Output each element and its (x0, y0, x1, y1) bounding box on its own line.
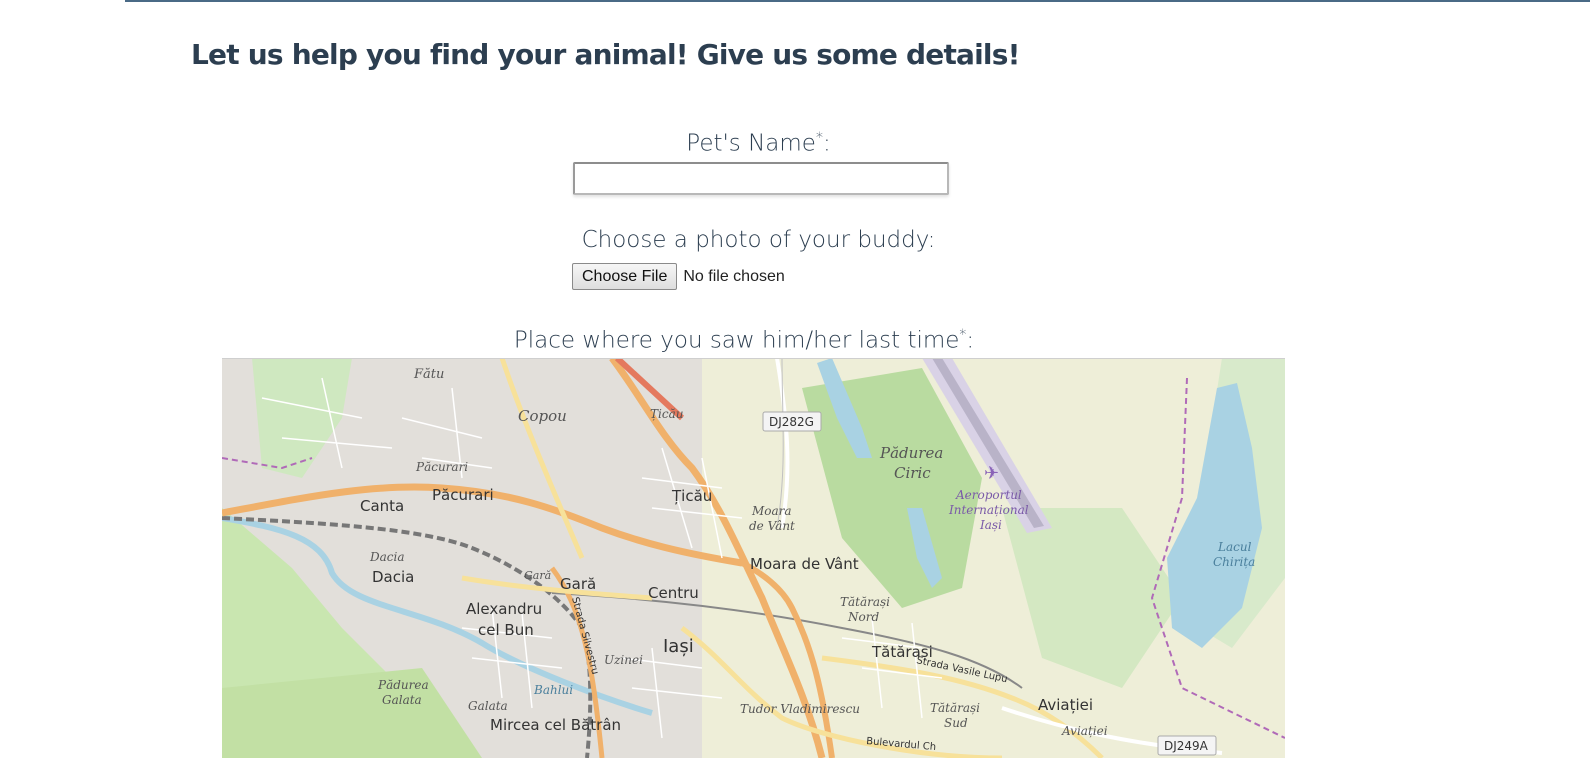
map-label-moara: Moara de Vânt (750, 555, 859, 573)
map-label-aviatiei: Aviației (1038, 696, 1093, 714)
map-label-moara-small-2: de Vânt (749, 519, 795, 533)
map-label-centru: Centru (648, 584, 699, 602)
map-label-ticau-top: Țicău (650, 407, 683, 421)
required-mark: * (815, 130, 823, 146)
map-label-alexandru-2: cel Bun (478, 621, 534, 639)
airport-icon: ✈ (984, 463, 999, 484)
map-label-mircea: Mircea cel Bătrân (490, 716, 621, 734)
label-colon: : (822, 130, 831, 157)
map-label-aeroport-2: Internațional (948, 503, 1029, 517)
map-label-tatarasi-nord-2: Nord (847, 610, 879, 624)
map-label-galata: Galata (468, 699, 508, 713)
map-canvas[interactable]: Fătu Copou Țicău DJ282G Pădurea Ciric Pă… (222, 358, 1285, 758)
map-label-lacul-1: Lacul (1217, 540, 1252, 554)
map-label-fatu: Fătu (413, 367, 444, 382)
location-map[interactable]: Fătu Copou Țicău DJ282G Pădurea Ciric Pă… (222, 358, 1285, 758)
map-label-padurea-ciric-2: Ciric (894, 464, 931, 482)
map-label-aviatiei-small: Aviației (1061, 724, 1108, 738)
pet-name-label: Pet's Name*: (0, 130, 1517, 157)
map-label-tatarasi-sud-1: Tătărași (930, 701, 980, 715)
map-label-gara: Gară (560, 575, 596, 593)
map-label-dj282g: DJ282G (769, 415, 814, 429)
photo-file-picker: Choose File No file chosen (572, 263, 785, 290)
map-label-dacia: Dacia (372, 568, 414, 586)
map-label-padurea-galata-2: Galata (382, 693, 422, 707)
map-label-tudor: Tudor Vladimirescu (740, 702, 860, 716)
map-label-pacurari: Păcurari (432, 486, 494, 504)
place-label-text: Place where you saw him/her last time (513, 327, 960, 354)
file-status: No file chosen (683, 267, 785, 285)
map-label-aeroport-3: Iași (979, 518, 1002, 532)
place-label: Place where you saw him/her last time*: (0, 327, 1488, 354)
map-label-bahlui: Bahlui (533, 683, 573, 697)
pet-name-input[interactable] (573, 162, 949, 195)
map-label-dj249a: DJ249A (1164, 739, 1209, 753)
map-label-lacul-2: Chirița (1213, 555, 1255, 569)
map-label-copou: Copou (518, 407, 567, 425)
map-label-gara-small: Gară (524, 569, 551, 582)
map-label-moara-small-1: Moara (751, 504, 792, 518)
map-label-padurea-galata-1: Pădurea (377, 678, 429, 692)
map-label-padurea-ciric-1: Pădurea (879, 444, 943, 462)
top-divider (125, 0, 1590, 2)
map-label-iasi: Iași (663, 636, 694, 657)
map-label-tatarasi-nord-1: Tătărași (840, 595, 890, 609)
map-label-ticau: Țicău (671, 487, 712, 505)
photo-label: Choose a photo of your buddy: (581, 227, 936, 253)
map-label-pacurari-small: Păcurari (415, 460, 468, 474)
map-label-uzinei: Uzinei (604, 653, 643, 667)
map-label-dacia-small: Dacia (369, 550, 405, 564)
pet-name-label-text: Pet's Name (686, 130, 816, 157)
map-label-alexandru-1: Alexandru (466, 600, 542, 618)
choose-file-button[interactable]: Choose File (572, 263, 678, 290)
map-label-aeroport-1: Aeroportul (955, 488, 1022, 502)
map-label-tatarasi-sud-2: Sud (944, 716, 968, 730)
map-label-canta: Canta (360, 497, 404, 515)
map-top-border (222, 358, 1285, 359)
page-title: Let us help you find your animal! Give u… (191, 38, 1020, 71)
label-colon: : (966, 327, 975, 354)
